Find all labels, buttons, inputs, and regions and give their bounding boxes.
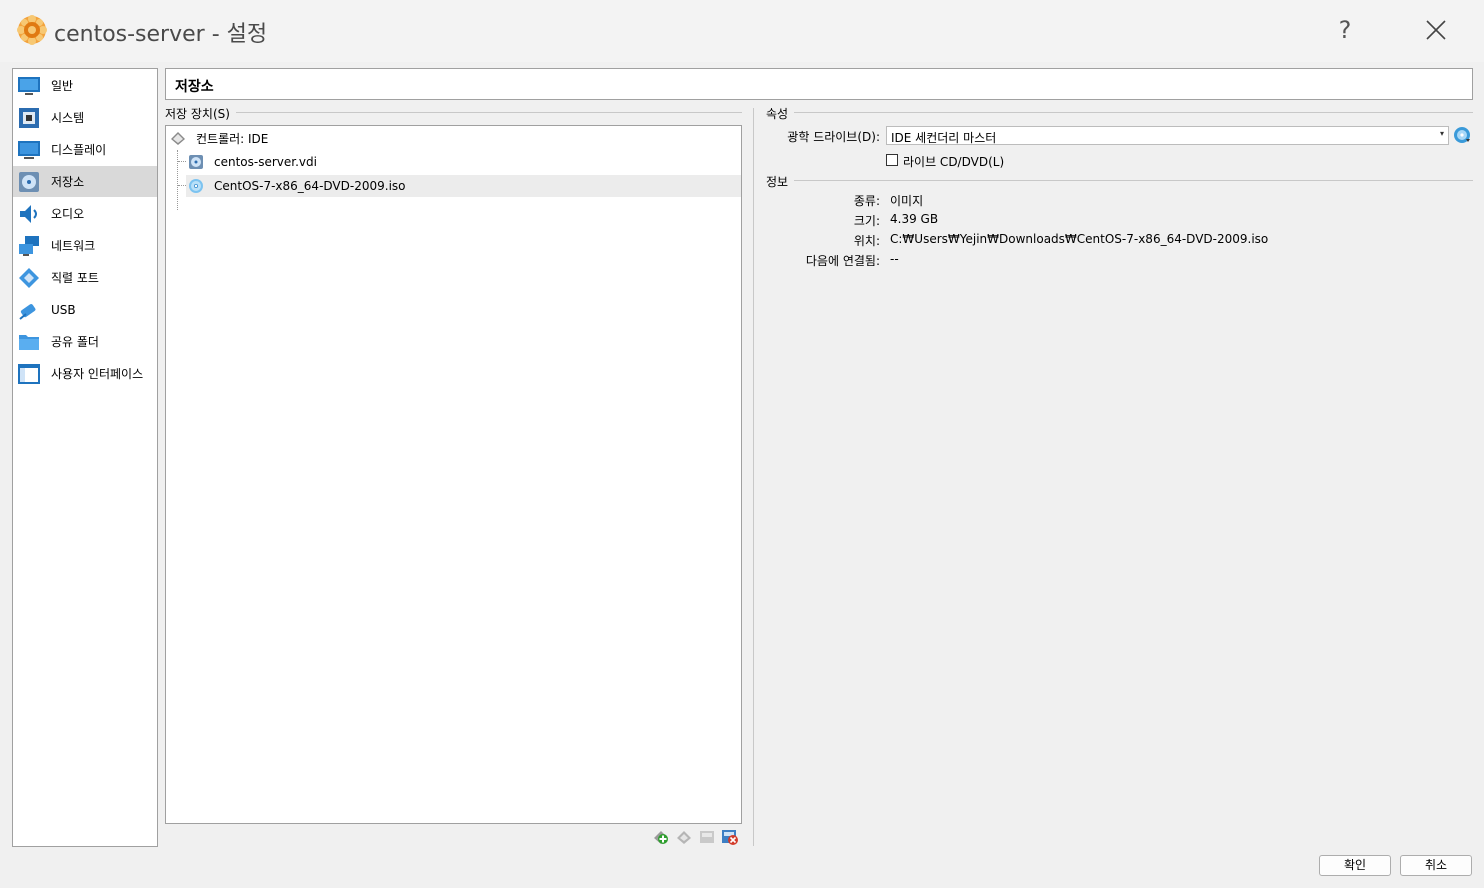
attributes-title: 속성 [766,105,795,122]
ok-button[interactable]: 확인 [1319,855,1391,876]
sidebar-item-audio[interactable]: 오디오 [13,198,157,229]
optical-disc-icon [189,179,203,193]
usb-icon [19,303,36,320]
tree-attachment-vdi[interactable]: centos-server.vdi [188,151,738,173]
tree-connector [178,161,186,163]
tree-attachment-iso[interactable]: CentOS-7-x86_64-DVD-2009.iso [186,175,741,197]
sidebar-item-label: USB [51,302,76,317]
page-header: 저장소 [165,68,1473,100]
add-attachment-button[interactable] [652,828,670,846]
information-divider [766,180,1473,181]
sidebar-item-label: 일반 [51,79,74,93]
tree-connector [178,185,186,187]
page-title: 저장소 [175,79,214,95]
location-label: 위치: [853,234,880,248]
sidebar-item-general[interactable]: 일반 [13,70,157,101]
user-interface-icon [18,363,40,384]
optical-drive-select[interactable]: IDE 세컨더리 마스터 ▾ [886,126,1449,145]
attributes-divider [766,112,1473,113]
storage-devices-divider [166,112,742,113]
location-value: C:₩Users₩Yejin₩Downloads₩CentOS-7-x86_64… [890,232,1269,246]
sidebar-item-label: 디스플레이 [51,143,107,157]
attachment-label: CentOS-7-x86_64-DVD-2009.iso [214,179,406,193]
sidebar-item-storage[interactable]: 저장소 [13,166,157,197]
serial-port-icon [19,267,39,288]
shared-folder-icon [19,334,39,350]
controller-icon [171,132,185,145]
display-icon [18,140,40,159]
sidebar-item-user-interface[interactable]: 사용자 인터페이스 [13,358,157,389]
live-cd-checkbox[interactable] [886,154,898,166]
type-value: 이미지 [890,194,924,208]
type-label: 종류: [853,194,880,208]
sidebar-item-serial-port[interactable]: 직렬 포트 [13,262,157,293]
remove-controller-button[interactable] [675,828,693,846]
pane-splitter[interactable] [753,108,754,846]
add-attachment-disabled-button[interactable] [698,828,716,846]
sidebar-item-label: 저장소 [51,175,85,189]
sidebar-item-label: 공유 폴더 [51,335,99,349]
choose-disk-icon[interactable] [1453,126,1471,144]
tree-connector [177,150,179,210]
storage-tree[interactable]: 컨트롤러: IDE centos-server.vdi CentOS-7-x86… [165,125,742,824]
close-icon[interactable] [1418,14,1454,48]
cancel-button[interactable]: 취소 [1400,855,1472,876]
help-button[interactable]: ? [1330,14,1360,46]
information-title: 정보 [766,173,795,190]
size-value: 4.39 GB [890,212,939,226]
chevron-down-icon: ▾ [1439,129,1444,138]
remove-attachment-button[interactable] [721,828,739,846]
tree-controller-ide[interactable]: 컨트롤러: IDE [170,127,730,149]
attached-to-label: 다음에 연결됨: [805,254,880,268]
audio-icon [20,204,37,223]
storage-icon [19,171,39,192]
disk-add-icon [700,831,714,843]
virtualbox-settings-icon [17,15,47,45]
optical-drive-value: IDE 세컨더리 마스터 [891,131,997,145]
hard-disk-icon [189,155,203,169]
sidebar-item-usb[interactable]: USB [13,294,157,325]
attachment-label: centos-server.vdi [214,155,317,169]
network-icon [19,235,39,256]
title-bar: centos-server - 설정 ? [0,0,1484,62]
window-title: centos-server - 설정 [54,22,268,47]
optical-drive-label: 광학 드라이브(D): [787,130,880,144]
sidebar-item-label: 오디오 [51,207,85,221]
sidebar-item-shared-folder[interactable]: 공유 폴더 [13,326,157,357]
remove-icon [722,830,738,845]
sidebar-item-system[interactable]: 시스템 [13,102,157,133]
attached-to-value: -- [890,252,899,266]
controller-label: 컨트롤러: IDE [196,131,269,146]
general-icon [18,76,40,95]
sidebar-item-label: 사용자 인터페이스 [51,367,144,381]
sidebar-item-label: 시스템 [51,111,85,125]
live-cd-label[interactable]: 라이브 CD/DVD(L) [903,153,1004,170]
sidebar-item-label: 직렬 포트 [51,271,99,285]
add-icon [654,831,668,844]
storage-devices-title: 저장 장치(S) [165,105,236,122]
sidebar-item-label: 네트워크 [51,239,96,253]
settings-sidebar: 일반 시스템 디스플레이 저장소 오디오 네트워크 직렬 포트 USB 공유 폴… [12,68,158,847]
sidebar-item-network[interactable]: 네트워크 [13,230,157,261]
size-label: 크기: [853,214,880,228]
sidebar-item-display[interactable]: 디스플레이 [13,134,157,165]
system-icon [19,107,39,128]
remove-controller-icon [677,831,691,844]
